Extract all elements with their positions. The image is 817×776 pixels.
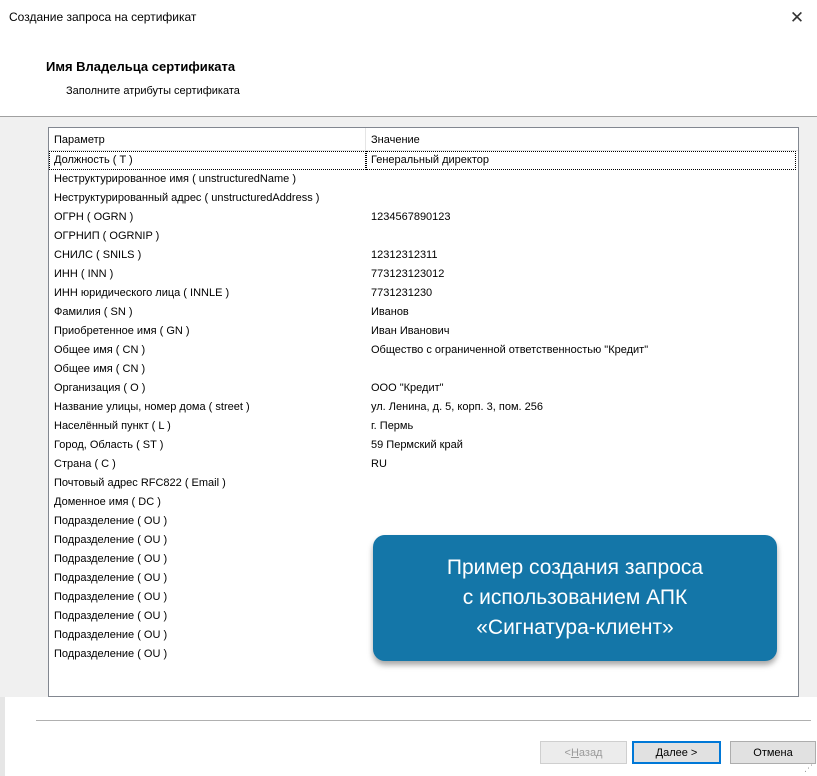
value-cell[interactable]: 12312312311 [366, 246, 796, 265]
back-button-label: азад [578, 746, 603, 759]
table-row[interactable]: Неструктурированный адрес ( unstructured… [49, 189, 798, 208]
table-header: Параметр Значение [49, 128, 798, 151]
parameter-cell: Населённый пункт ( L ) [54, 420, 171, 432]
parameter-cell: Город, Область ( ST ) [54, 439, 164, 451]
value-cell[interactable]: ООО "Кредит" [366, 379, 796, 398]
table-row[interactable]: Фамилия ( SN ) Иванов [49, 303, 798, 322]
parameter-cell: Неструктурированное имя ( unstructuredNa… [54, 173, 296, 185]
cancel-button[interactable]: Отмена [730, 741, 816, 764]
annotation-callout: Пример создания запроса с использованием… [373, 535, 777, 661]
value-cell[interactable]: 773123123012 [366, 265, 796, 284]
parameter-cell: СНИЛС ( SNILS ) [54, 249, 142, 261]
resize-grip-icon[interactable]: ⋰ [804, 763, 814, 773]
parameter-cell: Доменное имя ( DC ) [54, 496, 161, 508]
callout-line: Пример создания запроса [446, 556, 704, 579]
parameter-cell: Подразделение ( OU ) [54, 572, 168, 584]
value-cell[interactable]: RU [366, 455, 796, 474]
back-button-mnemonic: Н [570, 746, 579, 759]
table-row[interactable]: Подразделение ( OU ) [49, 512, 798, 531]
table-row[interactable]: ИНН юридического лица ( INNLE ) 773123123… [49, 284, 798, 303]
parameter-cell: Страна ( C ) [54, 458, 116, 470]
table-row[interactable]: ОГРНИП ( OGRNIP ) [49, 227, 798, 246]
next-button-mnemonic: Д [655, 746, 664, 759]
parameter-cell: Название улицы, номер дома ( street ) [54, 401, 250, 413]
table-row[interactable]: Неструктурированное имя ( unstructuredNa… [49, 170, 798, 189]
parameter-cell: Подразделение ( OU ) [54, 515, 168, 527]
parameter-cell: Подразделение ( OU ) [54, 534, 168, 546]
parameter-cell: Фамилия ( SN ) [54, 306, 133, 318]
table-row[interactable]: ОГРН ( OGRN ) 1234567890123 [49, 208, 798, 227]
parameter-cell: Подразделение ( OU ) [54, 629, 168, 641]
title-bar: Создание запроса на сертификат ✕ [0, 0, 817, 36]
table-row[interactable]: Почтовый адрес RFC822 ( Email ) [49, 474, 798, 493]
table-row[interactable]: Общее имя ( CN ) Общество с ограниченной … [49, 341, 798, 360]
value-cell[interactable] [366, 493, 796, 512]
value-cell[interactable]: 1234567890123 [366, 208, 796, 227]
table-row[interactable]: Страна ( C ) RU [49, 455, 798, 474]
parameter-cell: Почтовый адрес RFC822 ( Email ) [54, 477, 226, 489]
value-cell[interactable]: 7731231230 [366, 284, 796, 303]
footer-divider-highlight [36, 721, 811, 722]
value-cell[interactable] [366, 512, 796, 531]
value-cell[interactable] [366, 227, 796, 246]
table-row[interactable]: Название улицы, номер дома ( street ) ул.… [49, 398, 798, 417]
value-cell[interactable]: Иван Иванович [366, 322, 796, 341]
window-title: Создание запроса на сертификат [9, 10, 197, 24]
callout-line: с использованием АПК [462, 586, 688, 609]
parameter-cell: ИНН ( INN ) [54, 268, 114, 280]
table-row[interactable]: СНИЛС ( SNILS ) 12312312311 [49, 246, 798, 265]
table-row[interactable]: Доменное имя ( DC ) [49, 493, 798, 512]
parameter-cell: Организация ( O ) [54, 382, 146, 394]
wizard-header: Имя Владельца сертификата Заполните атри… [0, 36, 817, 116]
value-cell[interactable]: Общество с ограниченной ответственностью… [366, 341, 796, 360]
table-row[interactable]: ИНН ( INN ) 773123123012 [49, 265, 798, 284]
column-header-parameter[interactable]: Параметр [49, 128, 366, 150]
value-cell[interactable]: ул. Ленина, д. 5, корп. 3, пом. 256 [366, 398, 796, 417]
parameter-cell: ИНН юридического лица ( INNLE ) [54, 287, 230, 299]
back-button[interactable]: < Назад [540, 741, 627, 764]
value-cell[interactable]: Генеральный директор [366, 151, 796, 170]
next-button-label: алее > [663, 746, 698, 759]
value-cell[interactable] [366, 360, 796, 379]
value-cell[interactable]: 59 Пермский край [366, 436, 796, 455]
value-cell[interactable] [366, 474, 796, 493]
value-cell[interactable] [366, 189, 796, 208]
close-icon[interactable]: ✕ [777, 0, 817, 36]
value-cell[interactable] [366, 170, 796, 189]
table-row[interactable]: Должность ( T ) Генеральный директор [49, 151, 798, 170]
next-button[interactable]: Далее > [632, 741, 721, 764]
table-row[interactable]: Приобретенное имя ( GN ) Иван Иванович [49, 322, 798, 341]
parameter-cell: Подразделение ( OU ) [54, 591, 168, 603]
parameter-cell: Должность ( T ) [49, 151, 366, 170]
parameter-cell: Подразделение ( OU ) [54, 648, 168, 660]
page-subtitle: Заполните атрибуты сертификата [66, 85, 240, 97]
parameter-cell: Подразделение ( OU ) [54, 553, 168, 565]
callout-line: «Сигнатура-клиент» [476, 616, 674, 639]
table-row[interactable]: Город, Область ( ST ) 59 Пермский край [49, 436, 798, 455]
parameter-cell: Приобретенное имя ( GN ) [54, 325, 190, 337]
parameter-cell: Общее имя ( CN ) [54, 363, 146, 375]
table-row[interactable]: Населённый пункт ( L ) г. Пермь [49, 417, 798, 436]
parameter-cell: Общее имя ( CN ) [54, 344, 146, 356]
value-cell[interactable]: Иванов [366, 303, 796, 322]
parameter-cell: ОГРН ( OGRN ) [54, 211, 134, 223]
page-title: Имя Владельца сертификата [46, 59, 236, 74]
parameter-cell: Неструктурированный адрес ( unstructured… [54, 192, 320, 204]
parameter-cell: ОГРНИП ( OGRNIP ) [54, 230, 160, 242]
table-row[interactable]: Общее имя ( CN ) [49, 360, 798, 379]
parameter-cell: Подразделение ( OU ) [54, 610, 168, 622]
value-cell[interactable]: г. Пермь [366, 417, 796, 436]
table-row[interactable]: Организация ( O ) ООО "Кредит" [49, 379, 798, 398]
column-header-value[interactable]: Значение [366, 128, 796, 150]
